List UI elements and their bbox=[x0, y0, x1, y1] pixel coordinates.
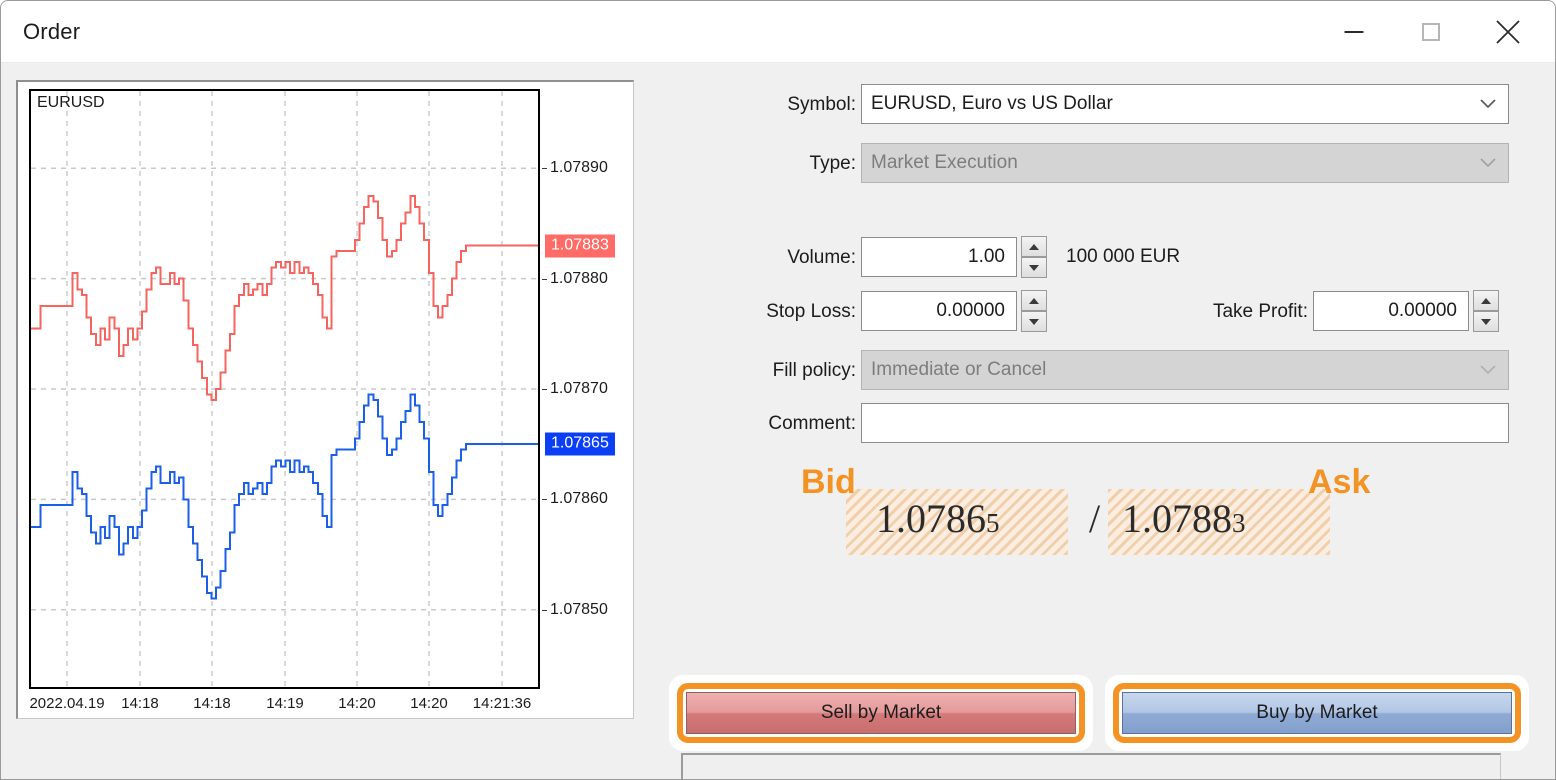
buy-by-market-button[interactable]: Buy by Market bbox=[1122, 692, 1512, 734]
symbol-label: Symbol: bbox=[787, 94, 856, 115]
type-select[interactable]: Market Execution bbox=[861, 143, 1509, 183]
take-profit-value: 0.00000 bbox=[1388, 300, 1457, 321]
time-tick-label: 14:18 bbox=[193, 695, 231, 712]
chevron-down-icon bbox=[1480, 365, 1496, 375]
type-row: Type: Market Execution bbox=[656, 143, 1542, 183]
sell-button-label: Sell by Market bbox=[820, 702, 942, 723]
sl-tp-row: Stop Loss: 0.00000 Take Profit: 0.00000 bbox=[656, 290, 1542, 332]
time-tick-label: 14:20 bbox=[338, 695, 376, 712]
triangle-up-icon bbox=[1029, 297, 1039, 304]
price-separator: / bbox=[1089, 496, 1101, 541]
comment-input[interactable] bbox=[861, 403, 1509, 443]
time-tick-label: 14:20 bbox=[410, 695, 448, 712]
order-dialog-window: Order EURUSD 1.07890 1.07880 1.07870 1.0786… bbox=[0, 0, 1556, 780]
fill-policy-row: Fill policy: Immediate or Cancel bbox=[656, 350, 1542, 390]
comment-label: Comment: bbox=[768, 413, 856, 434]
title-bar: Order bbox=[1, 1, 1555, 63]
triangle-down-icon bbox=[1481, 318, 1491, 325]
bid-price-badge: 1.07865 bbox=[545, 432, 615, 456]
buy-button-label: Buy by Market bbox=[1256, 702, 1378, 723]
maximize-icon bbox=[1422, 22, 1440, 41]
volume-label: Volume: bbox=[787, 247, 856, 268]
price-tick-label: 1.07880 bbox=[542, 270, 608, 288]
volume-stepper[interactable] bbox=[1021, 236, 1047, 278]
volume-stepper-down[interactable] bbox=[1021, 257, 1047, 278]
take-profit-stepper-up[interactable] bbox=[1473, 290, 1499, 311]
type-label: Type: bbox=[809, 153, 856, 174]
time-tick-label: 2022.04.19 bbox=[29, 695, 105, 712]
close-icon bbox=[1496, 19, 1520, 44]
bid-price-last-digit: 5 bbox=[986, 508, 1000, 538]
time-tick-label: 14:21:36 bbox=[472, 695, 532, 712]
status-bar bbox=[681, 753, 1501, 779]
triangle-down-icon bbox=[1029, 318, 1039, 325]
fill-policy-select[interactable]: Immediate or Cancel bbox=[861, 350, 1509, 390]
order-form: Symbol: EURUSD, Euro vs US Dollar Type: … bbox=[656, 80, 1542, 779]
time-tick-label: 14:18 bbox=[121, 695, 159, 712]
fill-policy-label: Fill policy: bbox=[772, 360, 856, 381]
ask-price[interactable]: 1.07883 bbox=[1122, 495, 1246, 542]
price-tick-label: 1.07870 bbox=[542, 380, 608, 398]
volume-suffix: 100 000 EUR bbox=[1066, 246, 1181, 267]
chart-plot-area[interactable]: EURUSD bbox=[29, 89, 540, 689]
chart-symbol-label: EURUSD bbox=[37, 94, 105, 111]
volume-value: 1.00 bbox=[968, 246, 1005, 267]
window-title: Order bbox=[23, 19, 81, 44]
volume-row: Volume: 1.00 100 000 EUR bbox=[656, 236, 1542, 278]
price-tick-label: 1.07890 bbox=[542, 159, 608, 177]
price-axis: 1.07890 1.07880 1.07870 1.07860 1.07850 1.078… bbox=[540, 89, 634, 689]
price-tick-mark bbox=[542, 168, 547, 170]
chart-lines bbox=[31, 91, 538, 687]
ask-price-last-digit: 3 bbox=[1232, 508, 1246, 538]
take-profit-stepper-down[interactable] bbox=[1473, 311, 1499, 332]
triangle-up-icon bbox=[1029, 243, 1039, 250]
ask-annotation-label: Ask bbox=[1308, 463, 1371, 501]
stop-loss-stepper-up[interactable] bbox=[1021, 290, 1047, 311]
price-tick-label: 1.07860 bbox=[542, 490, 608, 508]
price-tick-mark bbox=[542, 609, 547, 611]
chevron-down-icon bbox=[1480, 99, 1496, 109]
volume-input[interactable]: 1.00 bbox=[861, 237, 1017, 277]
bid-annotation-label: Bid bbox=[801, 463, 856, 501]
stop-loss-value: 0.00000 bbox=[936, 300, 1005, 321]
type-value: Market Execution bbox=[871, 152, 1018, 173]
stop-loss-label: Stop Loss: bbox=[766, 301, 856, 322]
sell-button-highlight: Sell by Market bbox=[669, 675, 1093, 751]
chevron-down-icon bbox=[1480, 158, 1496, 168]
ask-price-badge: 1.07883 bbox=[545, 234, 615, 258]
symbol-value: EURUSD, Euro vs US Dollar bbox=[871, 93, 1113, 114]
stop-loss-stepper[interactable] bbox=[1021, 290, 1047, 332]
maximize-button[interactable] bbox=[1400, 1, 1462, 62]
buy-button-highlight: Buy by Market bbox=[1105, 675, 1529, 751]
price-tick-mark bbox=[542, 389, 547, 390]
time-tick-label: 14:19 bbox=[266, 695, 304, 712]
comment-row: Comment: bbox=[656, 403, 1542, 443]
ask-price-main: 1.0788 bbox=[1122, 496, 1232, 541]
symbol-select[interactable]: EURUSD, Euro vs US Dollar bbox=[861, 84, 1509, 124]
symbol-row: Symbol: EURUSD, Euro vs US Dollar bbox=[656, 84, 1542, 124]
take-profit-label: Take Profit: bbox=[1212, 301, 1308, 322]
tick-chart-panel: EURUSD 1.07890 1.07880 1.07870 1.07860 1.078… bbox=[16, 80, 634, 719]
minimize-icon bbox=[1344, 30, 1364, 33]
take-profit-stepper[interactable] bbox=[1473, 290, 1499, 332]
time-axis: 2022.04.19 14:18 14:18 14:19 14:20 14:20 14:21… bbox=[29, 693, 569, 719]
fill-policy-value: Immediate or Cancel bbox=[871, 359, 1047, 380]
bid-ask-quote: 1.07865 / 1.07883 bbox=[846, 489, 1336, 555]
take-profit-input[interactable]: 0.00000 bbox=[1313, 291, 1469, 331]
price-tick-label: 1.07850 bbox=[542, 601, 608, 619]
sell-by-market-button[interactable]: Sell by Market bbox=[686, 692, 1076, 734]
close-button[interactable] bbox=[1477, 1, 1539, 62]
stop-loss-input[interactable]: 0.00000 bbox=[861, 291, 1017, 331]
price-tick-mark bbox=[542, 278, 547, 280]
bid-price-main: 1.0786 bbox=[876, 496, 986, 541]
price-tick-mark bbox=[542, 499, 547, 501]
stop-loss-stepper-down[interactable] bbox=[1021, 311, 1047, 332]
bid-price[interactable]: 1.07865 bbox=[876, 495, 1000, 542]
volume-stepper-up[interactable] bbox=[1021, 236, 1047, 257]
triangle-up-icon bbox=[1481, 297, 1491, 304]
triangle-down-icon bbox=[1029, 264, 1039, 271]
minimize-button[interactable] bbox=[1323, 1, 1385, 62]
